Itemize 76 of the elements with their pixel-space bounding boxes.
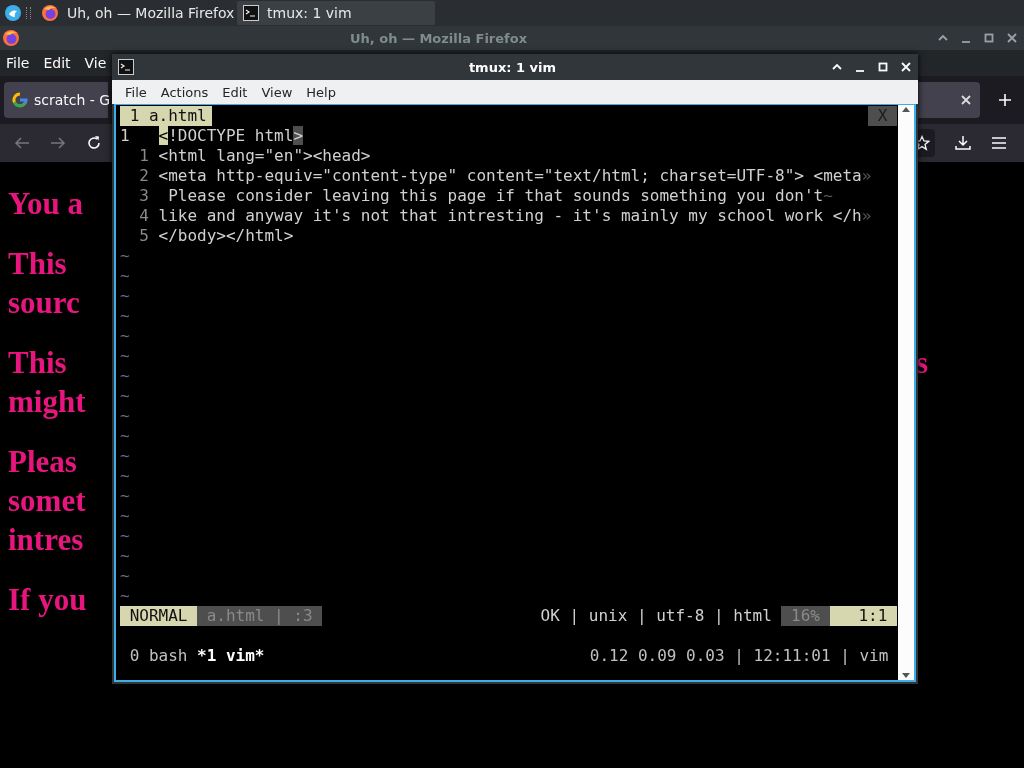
- file-status: a.html | :3: [197, 606, 323, 626]
- line-number: 1: [120, 126, 131, 146]
- code-line: <html lang="en"><head>: [158, 146, 371, 166]
- tmux-status: 0.12 0.09 0.03 | 12:11:01 | vim: [589, 646, 889, 666]
- page-text: Pleas: [8, 443, 77, 480]
- code-line: </body></html>: [158, 226, 294, 246]
- menu-item[interactable]: View: [254, 84, 300, 100]
- line-number: 1: [138, 146, 149, 166]
- empty-line-marker: ~: [120, 246, 130, 266]
- file-info: OK | unix | utf-8 | html: [540, 606, 773, 626]
- menu-item[interactable]: Help: [299, 84, 343, 100]
- browser-icon: [2, 29, 20, 47]
- browser-tab[interactable]: scratch - G: [4, 82, 108, 118]
- page-text: This: [8, 245, 67, 282]
- empty-line-marker: ~: [120, 426, 130, 446]
- empty-line-marker: ~: [120, 366, 130, 386]
- empty-line-marker: ~: [120, 566, 130, 586]
- download-button[interactable]: [955, 135, 971, 151]
- empty-line-marker: ~: [120, 326, 130, 346]
- empty-line-marker: ~: [120, 306, 130, 326]
- google-icon: [12, 92, 28, 108]
- tab-close-button[interactable]: [960, 94, 972, 106]
- menu-item[interactable]: Vie: [84, 55, 107, 71]
- scroll-down-arrow-icon[interactable]: [901, 672, 911, 680]
- cursor-position: 1:1: [829, 606, 897, 626]
- buffer-tab[interactable]: 1 a.html: [120, 106, 212, 126]
- code-line: Please consider leaving this page if that sounds something you don't~: [167, 186, 833, 206]
- menu-button[interactable]: [991, 135, 1007, 151]
- terminal-icon: [118, 59, 134, 75]
- reload-button[interactable]: [86, 135, 102, 151]
- code-line: <!DOCTYPE html>: [158, 126, 304, 146]
- empty-line-marker: ~: [120, 266, 130, 286]
- menu-item[interactable]: File: [6, 55, 30, 71]
- page-text: You a: [8, 185, 83, 222]
- empty-line-marker: ~: [120, 526, 130, 546]
- line-number: 3: [138, 186, 149, 206]
- empty-line-marker: ~: [120, 586, 130, 606]
- new-tab-button[interactable]: [998, 93, 1012, 107]
- page-text: somet: [8, 482, 86, 519]
- tmux-window[interactable]: 0 bash: [129, 646, 188, 666]
- menu-item[interactable]: Actions: [153, 84, 216, 100]
- line-number: 5: [138, 226, 149, 246]
- taskbar-item[interactable]: Uh, oh — Mozilla Firefox: [35, 1, 233, 25]
- empty-line-marker: ~: [120, 406, 130, 426]
- page-text: sourc: [8, 284, 80, 321]
- code-line: <meta http-equiv="content-type" content="text/html; charset=UTF-8"> <meta»: [158, 166, 872, 186]
- window-title: tmux: 1 vim: [467, 59, 558, 75]
- line-number: 2: [138, 166, 149, 186]
- empty-line-marker: ~: [120, 446, 130, 466]
- back-button[interactable]: [14, 135, 30, 151]
- line-number: 4: [138, 206, 149, 226]
- empty-line-marker: ~: [120, 286, 130, 306]
- browser-icon: [41, 4, 59, 22]
- page-text: This: [8, 344, 67, 381]
- empty-line-marker: ~: [120, 506, 130, 526]
- terminal-icon: [243, 5, 259, 21]
- empty-line-marker: ~: [120, 466, 130, 486]
- empty-line-marker: ~: [120, 346, 130, 366]
- window-title: Uh, oh — Mozilla Firefox: [348, 30, 529, 46]
- empty-line-marker: ~: [120, 486, 130, 506]
- mode-indicator: NORMAL: [120, 606, 198, 626]
- code-line: like and anyway it's not that intresting - it's mainly my school work </h»: [158, 206, 872, 226]
- page-text: might: [8, 383, 86, 420]
- scroll-percent: 16%: [781, 606, 830, 626]
- launcher-icon[interactable]: [4, 4, 22, 22]
- empty-line-marker: ~: [120, 386, 130, 406]
- scroll-up-arrow-icon[interactable]: [901, 105, 911, 113]
- empty-line-marker: ~: [120, 546, 130, 566]
- menu-item[interactable]: Edit: [215, 84, 255, 100]
- menu-item[interactable]: Edit: [43, 55, 71, 71]
- page-text: intres: [8, 521, 84, 558]
- menu-item[interactable]: File: [118, 84, 154, 100]
- taskbar-item[interactable]: tmux: 1 vim: [237, 1, 435, 25]
- tmux-window[interactable]: *1 vim*: [197, 646, 265, 666]
- forward-button[interactable]: [50, 135, 66, 151]
- page-text: If you: [8, 581, 87, 618]
